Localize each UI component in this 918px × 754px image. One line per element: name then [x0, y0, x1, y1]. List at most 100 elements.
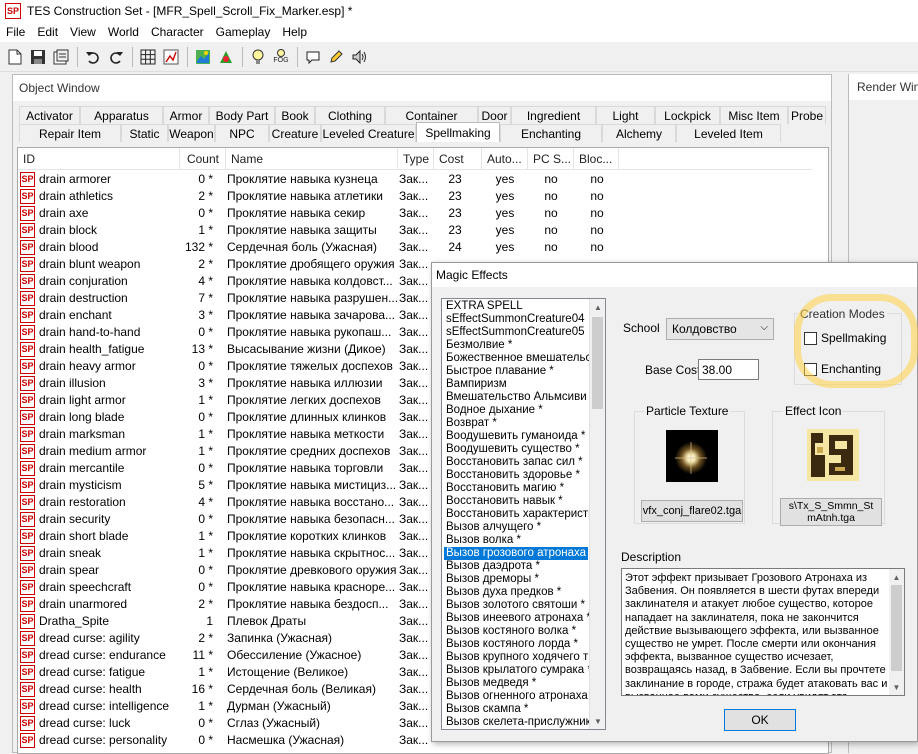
menu-help[interactable]: Help — [276, 25, 313, 39]
tab-armor[interactable]: Armor — [163, 106, 209, 124]
effect-list-item[interactable]: Восстановить магию * — [446, 482, 590, 495]
effect-list-item[interactable]: Вызов дреморы * — [446, 573, 590, 586]
scroll-thumb[interactable] — [592, 317, 603, 409]
tab-enchanting[interactable]: Enchanting — [500, 124, 602, 142]
tab-body-part[interactable]: Body Part — [209, 106, 275, 124]
effect-list-item[interactable]: Вызов грозового атронаха * — [444, 547, 588, 560]
tab-leveled-item[interactable]: Leveled Item — [676, 124, 781, 142]
effects-list[interactable]: EXTRA SPELL sEffectSummonCreature04 sEffec… — [441, 298, 606, 730]
description-scrollbar[interactable]: ▲ ▼ — [889, 569, 904, 695]
effect-list-item[interactable]: Вызов скампа * — [446, 703, 590, 716]
tab-alchemy[interactable]: Alchemy — [602, 124, 676, 142]
description-field[interactable]: Этот эффект призывает Грозового Атронаха… — [621, 568, 905, 696]
menu-file[interactable]: File — [0, 25, 31, 39]
tab-npc[interactable]: NPC — [215, 124, 269, 142]
table-row[interactable]: SP drain block 1 * Проклятие навыка защиты З… — [18, 222, 828, 239]
effect-list-item[interactable]: sEffectSummonCreature05 — [446, 326, 590, 339]
school-select[interactable]: Колдовство ⌵ — [666, 318, 774, 340]
particle-texture-button[interactable]: vfx_conj_flare02.tga — [641, 500, 743, 522]
tab-static[interactable]: Static — [121, 124, 168, 142]
scroll-down-icon[interactable]: ▼ — [590, 713, 605, 729]
tab-misc-item[interactable]: Misc Item — [720, 106, 788, 124]
new-icon[interactable] — [4, 46, 26, 68]
effect-list-item[interactable]: Вызов крылатого сумрака * — [446, 664, 590, 677]
render-icon[interactable] — [215, 46, 237, 68]
table-row[interactable]: SP drain blood 132 * Сердечная боль (Ужасна… — [18, 239, 828, 256]
table-row[interactable]: SP drain armorer 0 * Проклятие навыка кузне… — [18, 171, 828, 188]
effect-icon-button[interactable]: s\Tx_S_Smmn_StmAtnh.tga — [780, 498, 882, 526]
menu-world[interactable]: World — [102, 25, 145, 39]
scroll-down-icon[interactable]: ▼ — [889, 679, 904, 695]
menu-view[interactable]: View — [64, 25, 102, 39]
effect-list-item[interactable]: Вызов духа предков * — [446, 586, 590, 599]
ok-button[interactable]: OK — [724, 709, 796, 731]
effect-list-item[interactable]: Вмешательство Альмсиви * — [446, 391, 590, 404]
column-header-name[interactable]: Name — [226, 148, 398, 170]
effect-list-item[interactable]: Вызов костяного волка * — [446, 625, 590, 638]
scroll-up-icon[interactable]: ▲ — [590, 299, 605, 315]
save-icon[interactable] — [27, 46, 49, 68]
fog-icon[interactable]: FOG — [270, 46, 292, 68]
tab-repair-item[interactable]: Repair Item — [19, 124, 121, 142]
effect-list-item[interactable]: Вызов крупного ходячего трупа * — [446, 651, 590, 664]
column-header-id[interactable]: ID — [18, 148, 180, 170]
effect-list-item[interactable]: Божественное вмешательство * — [446, 352, 590, 365]
effect-list-item[interactable]: Воодушевить гуманоида * — [446, 430, 590, 443]
tab-lockpick[interactable]: Lockpick — [655, 106, 720, 124]
tab-clothing[interactable]: Clothing — [315, 106, 385, 124]
effect-list-item[interactable]: sEffectSummonCreature04 — [446, 313, 590, 326]
effect-list-item[interactable]: Вызов скелета-прислужника * — [446, 716, 590, 729]
properties-icon[interactable] — [50, 46, 72, 68]
undo-icon[interactable] — [82, 46, 104, 68]
tab-weapon[interactable]: Weapon — [168, 124, 215, 142]
column-header-count[interactable]: Count — [180, 148, 226, 170]
tab-spellmaking[interactable]: Spellmaking — [416, 122, 500, 142]
column-header-cost[interactable]: Cost — [434, 148, 482, 170]
light-icon[interactable] — [247, 46, 269, 68]
table-row[interactable]: SP drain axe 0 * Проклятие навыка секир Зак.… — [18, 205, 828, 222]
column-header-type[interactable]: Type — [398, 148, 434, 170]
effect-list-item[interactable]: Вызов даэдрота * — [446, 560, 590, 573]
column-header-pcs[interactable]: PC S... — [528, 148, 574, 170]
effect-list-item[interactable]: Вызов медведя * — [446, 677, 590, 690]
spellmaking-checkbox[interactable] — [804, 332, 817, 345]
effect-list-item[interactable]: Вызов костяного лорда * — [446, 638, 590, 651]
snap-icon[interactable] — [160, 46, 182, 68]
effect-list-item[interactable]: Безмолвие * — [446, 339, 590, 352]
sound-icon[interactable] — [348, 46, 370, 68]
enchanting-checkbox[interactable] — [804, 363, 817, 376]
effect-list-item[interactable]: Быстрое плавание * — [446, 365, 590, 378]
column-header-bloc[interactable]: Bloc... — [574, 148, 619, 170]
effects-scrollbar[interactable]: ▲ ▼ — [589, 299, 605, 729]
table-row[interactable]: SP drain athletics 2 * Проклятие навыка атл… — [18, 188, 828, 205]
tab-creature[interactable]: Creature — [269, 124, 321, 142]
tab-ingredient[interactable]: Ingredient — [511, 106, 596, 124]
pencil-icon[interactable] — [325, 46, 347, 68]
dialogue-icon[interactable] — [302, 46, 324, 68]
landscape-icon[interactable] — [192, 46, 214, 68]
scroll-up-icon[interactable]: ▲ — [889, 569, 904, 585]
effect-list-item[interactable]: Вызов инеевого атронаха * — [446, 612, 590, 625]
tab-apparatus[interactable]: Apparatus — [80, 106, 163, 124]
tab-leveled-creature[interactable]: Leveled Creature — [321, 124, 416, 142]
effect-list-item[interactable]: Восстановить навык * — [446, 495, 590, 508]
menu-gameplay[interactable]: Gameplay — [210, 25, 277, 39]
tab-light[interactable]: Light — [596, 106, 655, 124]
effect-list-item[interactable]: Водное дыхание * — [446, 404, 590, 417]
effect-list-item[interactable]: EXTRA SPELL — [446, 300, 590, 313]
effect-list-item[interactable]: Вызов алчущего * — [446, 521, 590, 534]
effect-list-item[interactable]: Вызов огненного атронаха * — [446, 690, 590, 703]
effect-list-item[interactable]: Вампиризм — [446, 378, 590, 391]
effect-list-item[interactable]: Восстановить запас сил * — [446, 456, 590, 469]
effect-list-item[interactable]: Воодушевить существо * — [446, 443, 590, 456]
menu-character[interactable]: Character — [145, 25, 210, 39]
base-cost-field[interactable]: 38.00 — [698, 359, 759, 380]
effect-list-item[interactable]: Восстановить здоровье * — [446, 469, 590, 482]
effect-list-item[interactable]: Восстановить характеристику * — [446, 508, 590, 521]
menu-edit[interactable]: Edit — [31, 25, 64, 39]
effect-list-item[interactable]: Вызов золотого святоши * — [446, 599, 590, 612]
effect-list-item[interactable]: Возврат * — [446, 417, 590, 430]
tab-probe[interactable]: Probe — [788, 106, 826, 124]
redo-icon[interactable] — [105, 46, 127, 68]
scroll-thumb[interactable] — [891, 585, 902, 671]
